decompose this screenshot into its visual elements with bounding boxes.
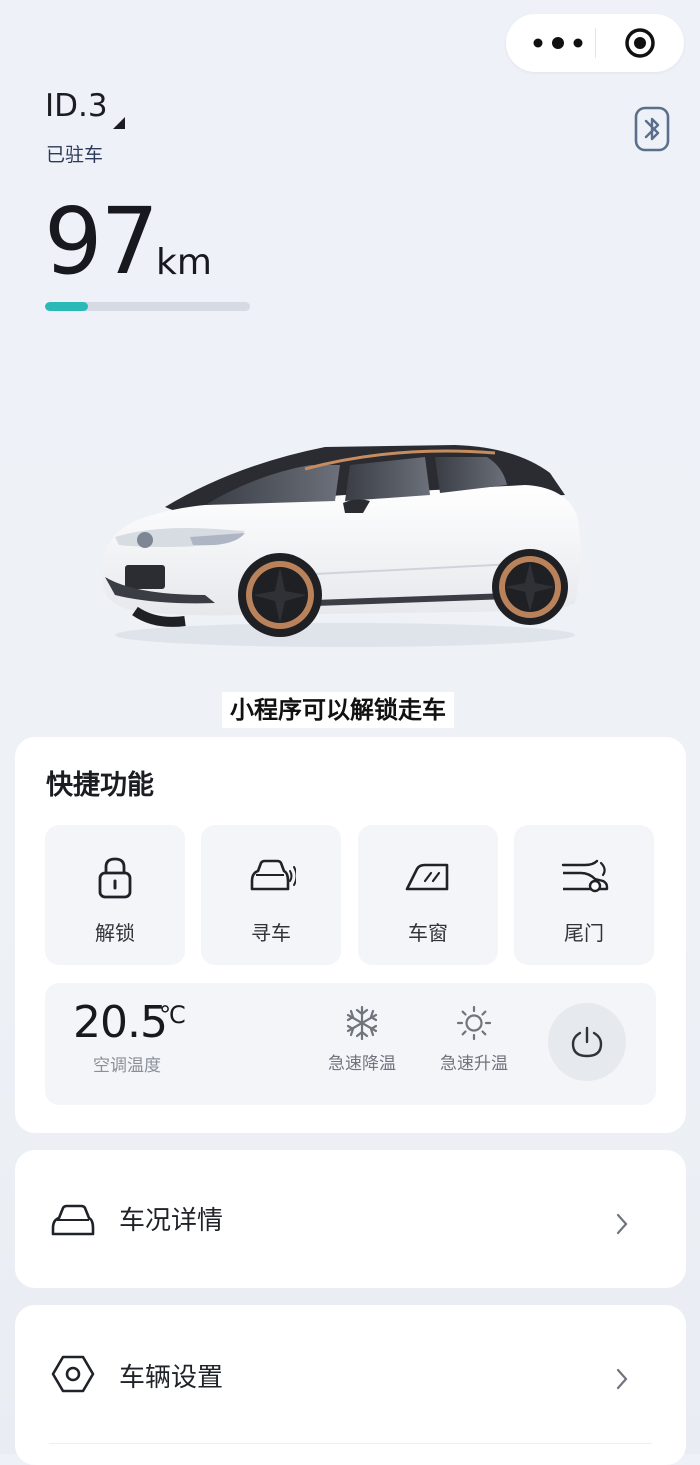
bluetooth-icon[interactable] (634, 106, 670, 152)
rapid-heat-button[interactable]: 急速升温 (429, 1005, 519, 1085)
vehicle-status-label: 车况详情 (119, 1206, 224, 1236)
range-unit: km (156, 242, 212, 283)
more-dots-icon[interactable] (528, 32, 588, 54)
find-car-button[interactable]: 寻车 (201, 825, 341, 965)
battery-bar-fill (45, 302, 89, 311)
rapid-heat-label: 急速升温 (440, 1054, 508, 1074)
car-image (103, 445, 581, 647)
ac-temperature[interactable]: 20.5 (73, 997, 168, 1048)
ac-power-button[interactable] (548, 1003, 626, 1081)
car-window-button[interactable]: 车窗 (358, 825, 498, 965)
caret-down-icon[interactable] (113, 117, 125, 129)
miniprogram-capsule (506, 14, 684, 72)
quick-functions-title: 快捷功能 (46, 770, 154, 801)
ac-temperature-label: 空调温度 (93, 1056, 161, 1076)
ac-temperature-unit: ℃ (159, 1001, 186, 1029)
target-circle-icon[interactable] (624, 27, 656, 59)
sun-icon (456, 1005, 492, 1041)
lock-icon (98, 857, 132, 899)
vehicle-settings-row[interactable]: 车辆设置 (15, 1305, 686, 1465)
rapid-cool-button[interactable]: 急速降温 (317, 1005, 407, 1085)
unlock-label: 解锁 (95, 921, 135, 945)
divider (49, 1443, 652, 1444)
car-name[interactable]: ID.3 (45, 88, 108, 124)
chevron-right-icon (616, 1213, 628, 1235)
video-subtitle: 小程序可以解锁走车 (222, 692, 454, 728)
tailgate-icon (561, 859, 609, 893)
car-window-label: 车窗 (408, 921, 448, 945)
tailgate-button[interactable]: 尾门 (514, 825, 654, 965)
hex-settings-icon (51, 1355, 95, 1393)
rapid-cool-label: 急速降温 (328, 1054, 396, 1074)
capsule-divider (595, 28, 596, 58)
snowflake-icon (346, 1005, 378, 1041)
unlock-button[interactable]: 解锁 (45, 825, 185, 965)
quick-functions-card: 快捷功能 解锁 寻车 车窗 尾门 20.5 ℃ 空调温度 急速降温 急速升温 (15, 737, 686, 1133)
vehicle-settings-label: 车辆设置 (119, 1363, 224, 1393)
chevron-right-icon (616, 1368, 628, 1390)
power-icon (571, 1026, 603, 1058)
car-status-icon (51, 1204, 95, 1236)
vehicle-status-row[interactable]: 车况详情 (15, 1150, 686, 1288)
find-car-label: 寻车 (251, 921, 291, 945)
car-window-icon (405, 863, 449, 891)
tailgate-label: 尾门 (564, 921, 604, 945)
find-car-icon (250, 859, 296, 891)
battery-bar (45, 302, 250, 311)
air-conditioner-panel: 20.5 ℃ 空调温度 急速降温 急速升温 (45, 983, 656, 1105)
range-value: 97 (44, 188, 159, 295)
car-status: 已驻车 (46, 144, 104, 166)
